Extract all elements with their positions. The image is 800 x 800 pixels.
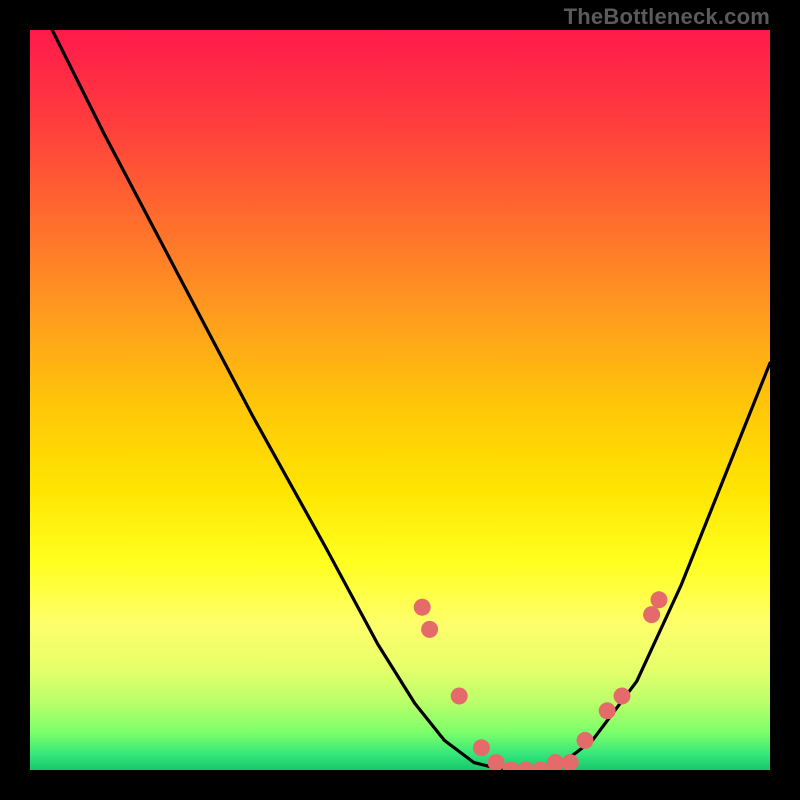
curve-marker [562,754,579,770]
curve-marker [651,591,668,608]
curve-marker [614,688,631,705]
curve-marker [503,762,520,771]
curve-marker [547,754,564,770]
plot-area [30,30,770,770]
curve-marker [473,739,490,756]
chart-frame: TheBottleneck.com [0,0,800,800]
curve-marker [577,732,594,749]
curve-marker [599,702,616,719]
chart-svg [30,30,770,770]
attribution-text: TheBottleneck.com [564,4,770,30]
curve-marker [421,621,438,638]
curve-marker [451,688,468,705]
curve-marker [414,599,431,616]
curve-marker [517,762,534,771]
curve-marker [488,754,505,770]
curve-markers [414,591,668,770]
bottleneck-curve [52,30,770,770]
curve-marker [643,606,660,623]
curve-marker [532,762,549,771]
